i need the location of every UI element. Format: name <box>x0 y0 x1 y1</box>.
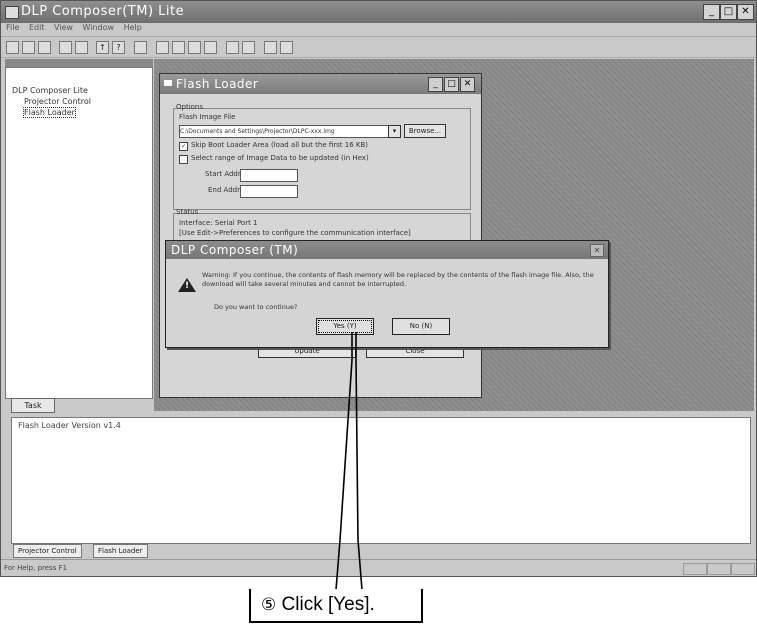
tool-icon-8[interactable] <box>264 41 277 54</box>
start-addr-label: Start Addr <box>205 170 241 178</box>
menu-view[interactable]: View <box>54 23 73 32</box>
flash-loader-title-bar: Flash Loader _ □ ✕ <box>160 74 481 94</box>
tool-icon-9[interactable] <box>280 41 293 54</box>
tool-icon-7[interactable] <box>242 41 255 54</box>
tool-icon-5[interactable] <box>204 41 217 54</box>
range-checkbox[interactable] <box>179 155 188 164</box>
status-interface-text: Interface: Serial Port 1 <box>179 219 258 227</box>
maximize-button[interactable]: □ <box>720 4 737 20</box>
dialog-title-bar: DLP Composer (TM) ✕ <box>166 241 608 259</box>
tool-icon-6[interactable] <box>226 41 239 54</box>
project-tree: DLP Composer Lite Projector Control Flas… <box>12 85 91 118</box>
tab-task[interactable]: Task <box>11 398 55 413</box>
tree-root[interactable]: DLP Composer Lite <box>12 85 91 96</box>
skip-boot-label: Skip Boot Loader Area (load all but the … <box>191 141 369 149</box>
output-line: Flash Loader Version v1.4 <box>18 421 121 430</box>
callout-label: Click [Yes]. <box>281 594 375 615</box>
close-button[interactable]: ✕ <box>737 4 754 20</box>
flash-loader-window: Flash Loader _ □ ✕ Options Flash Image F… <box>159 73 482 398</box>
copy-icon[interactable] <box>59 41 72 54</box>
new-icon[interactable] <box>6 41 19 54</box>
file-dropdown-button[interactable]: ▾ <box>388 125 401 138</box>
app-icon <box>5 6 19 19</box>
title-bar: DLP Composer(TM) Lite _ □ ✕ <box>1 1 756 23</box>
tool-icon-4[interactable] <box>188 41 201 54</box>
status-text: For Help, press F1 <box>4 564 68 572</box>
menu-window[interactable]: Window <box>83 23 115 32</box>
menu-bar: File Edit View Window Help <box>1 23 756 36</box>
tab-projector-control[interactable]: Projector Control <box>13 544 82 558</box>
paste-icon[interactable] <box>75 41 88 54</box>
pane-header <box>5 59 153 67</box>
browse-button[interactable]: Browse... <box>404 124 446 138</box>
warning-icon: ! <box>178 278 196 292</box>
confirm-question: Do you want to continue? <box>214 303 298 311</box>
help-icon[interactable]: ? <box>112 41 125 54</box>
tab-flash-loader[interactable]: Flash Loader <box>93 544 148 558</box>
fl-minimize-button[interactable]: _ <box>428 77 443 92</box>
save-icon[interactable] <box>38 41 51 54</box>
range-label: Select range of Image Data to be updated… <box>191 154 369 162</box>
dialog-close-button[interactable]: ✕ <box>590 244 604 257</box>
project-tree-pane: DLP Composer Lite Projector Control Flas… <box>5 59 153 399</box>
fl-close-button[interactable]: ✕ <box>460 77 475 92</box>
tool-icon-2[interactable] <box>156 41 169 54</box>
status-bar: For Help, press F1 <box>1 559 756 576</box>
menu-file[interactable]: File <box>6 23 19 32</box>
instruction-callout: ⑤ Click [Yes]. <box>249 589 423 623</box>
end-addr-label: End Addr <box>208 186 240 194</box>
tool-icon-1[interactable] <box>134 41 147 54</box>
status-cell <box>707 563 731 575</box>
status-cell <box>731 563 755 575</box>
confirm-dialog: DLP Composer (TM) ✕ ! Warning: If you co… <box>165 240 609 348</box>
options-label: Options <box>176 103 204 111</box>
image-file-label: Flash Image File <box>179 113 236 121</box>
start-addr-field[interactable] <box>240 169 298 182</box>
step-number: ⑤ <box>261 595 277 614</box>
menu-edit[interactable]: Edit <box>29 23 45 32</box>
tool-icon-3[interactable] <box>172 41 185 54</box>
app-title: DLP Composer(TM) Lite <box>21 4 185 19</box>
open-icon[interactable] <box>22 41 35 54</box>
image-file-field[interactable]: C:\Documents and Settings\Projector\DLPC… <box>179 125 389 138</box>
no-button[interactable]: No (N) <box>392 318 450 335</box>
status-hint-text: [Use Edit->Preferences to configure the … <box>179 229 411 237</box>
toolbar: ↑ ? <box>1 36 756 58</box>
dialog-title: DLP Composer (TM) <box>171 243 299 257</box>
warning-message: Warning: If you continue, the contents o… <box>202 271 594 288</box>
end-addr-field[interactable] <box>240 185 298 198</box>
yes-button[interactable]: Yes (Y) <box>316 318 374 335</box>
output-pane: Flash Loader Version v1.4 <box>11 417 751 544</box>
tree-item-flash-loader[interactable]: Flash Loader <box>23 107 76 118</box>
menu-help[interactable]: Help <box>124 23 142 32</box>
flash-icon <box>164 80 172 86</box>
status-cell <box>683 563 707 575</box>
tree-item-projector-control[interactable]: Projector Control <box>12 96 91 107</box>
fl-maximize-button[interactable]: □ <box>444 77 459 92</box>
up-arrow-icon[interactable]: ↑ <box>96 41 109 54</box>
flash-loader-title: Flash Loader <box>176 77 259 91</box>
minimize-button[interactable]: _ <box>703 4 720 20</box>
skip-boot-checkbox[interactable]: ✓ <box>179 142 188 151</box>
status-label: Status <box>176 208 199 216</box>
callout-text: ⑤ Click [Yes]. <box>261 594 375 616</box>
